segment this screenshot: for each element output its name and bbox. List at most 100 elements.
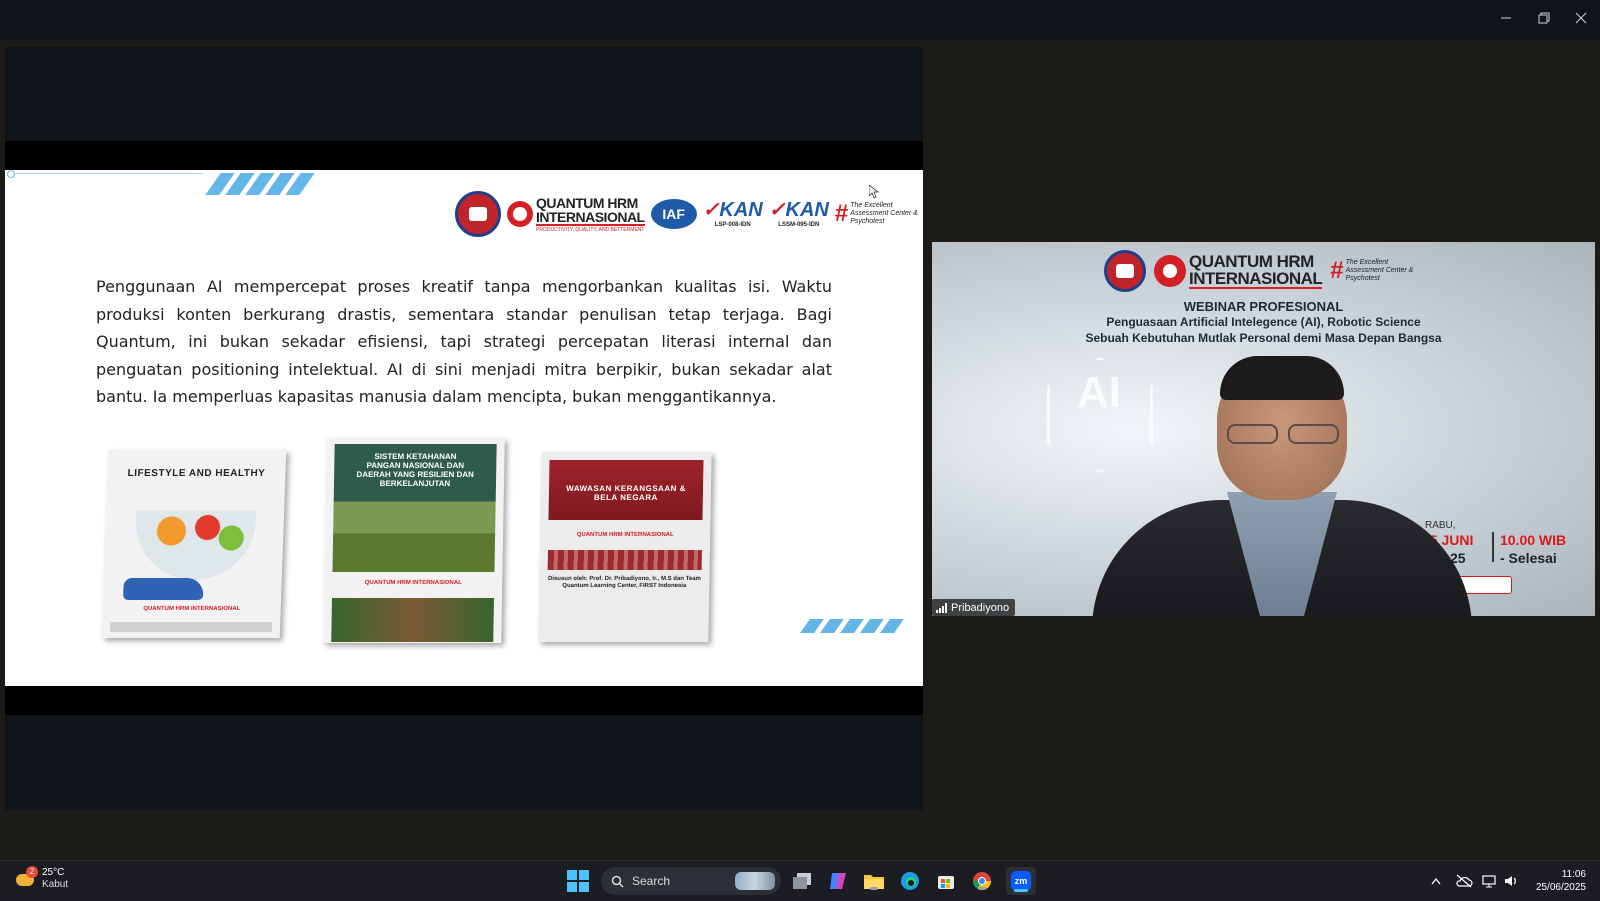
quantum-hrm-logo: QUANTUM HRM INTERNASIONAL [1154, 252, 1323, 289]
webinar-subtitle-1: Penguasaan Artificial Intelegence (AI), … [1106, 315, 1421, 329]
clock-button[interactable]: 11:06 25/06/2025 [1536, 868, 1586, 894]
task-view-button[interactable] [790, 869, 814, 893]
plants-illustration [331, 598, 494, 642]
sneaker-illustration [123, 578, 204, 600]
quantum-hrm-logo: QUANTUM HRM INTERNASIONAL PRODUCTIVITY, … [507, 196, 645, 233]
webinar-heading: WEBINAR PROFESIONAL [1183, 299, 1344, 314]
book-footer-bar [109, 622, 273, 632]
participant-name-tag: Pribadiyono [932, 599, 1016, 616]
participant-name: Pribadiyono [951, 601, 1010, 614]
network-button[interactable] [1480, 871, 1500, 891]
kan-logo-1: ✓KAN LSP-008-IDN [702, 199, 763, 228]
task-view-icon [793, 873, 811, 889]
taskbar-search[interactable]: Search [601, 867, 781, 895]
search-icon [611, 875, 624, 888]
slide-decor-stripes-top [205, 173, 315, 195]
cloud-off-icon [1456, 874, 1473, 888]
weather-widget[interactable]: 2 25°C Kabut [14, 866, 69, 891]
excellent-logo-text: The Excellent Assessment Center & Psycho… [850, 202, 918, 225]
quantum-logo-tagline: PRODUCTIVITY, QUALITY, AND BETTERMENT [536, 226, 645, 233]
running-indicator [870, 887, 878, 890]
slide-decor-line [13, 173, 203, 174]
weather-temperature: 25°C [42, 867, 65, 878]
slide-paragraph: Penggunaan AI mempercepat proses kreatif… [96, 277, 832, 406]
running-indicator [978, 887, 986, 890]
book-publisher-logo: QUANTUM HRM INTERNASIONAL [364, 580, 462, 586]
chrome-button[interactable] [970, 869, 994, 893]
minimize-button[interactable] [1491, 8, 1521, 28]
iaf-logo: IAF [650, 199, 697, 229]
kan-logo-2: ✓KAN LSSM-095-IDN [768, 199, 829, 228]
book-covers: LIFESTYLE AND HEALTHY QUANTUM HRM INTERN… [101, 438, 725, 648]
window-titlebar [0, 0, 1600, 40]
seal-logo [455, 191, 501, 237]
book-author: Disusun oleh: Prof. Dr. Pribadiyono, Ir.… [547, 576, 701, 590]
kan-logo-2-text: KAN [785, 199, 829, 221]
webinar-subtitle-2: Sebuah Kebutuhan Mutlak Personal demi Ma… [1085, 331, 1442, 345]
kan-logo-1-text: KAN [719, 199, 763, 221]
letterbox-top [5, 141, 923, 170]
search-label: Search [632, 874, 671, 888]
book-cover-lifestyle: LIFESTYLE AND HEALTHY QUANTUM HRM INTERN… [101, 450, 287, 638]
seal-logo [1104, 250, 1146, 292]
video-excellent-text: The Excellent Assessment Center & Psycho… [1345, 259, 1414, 282]
zoom-icon: zm [1011, 871, 1031, 891]
book-title: SISTEM KETAHANAN PANGAN NASIONAL DAN DAE… [356, 452, 474, 488]
fruit-bowl-illustration [133, 510, 257, 580]
restore-button[interactable] [1529, 8, 1559, 28]
start-button[interactable] [566, 869, 590, 893]
edge-browser-icon [901, 872, 919, 890]
participant-video-tile[interactable]: QUANTUM HRM INTERNASIONAL # The Excellen… [932, 242, 1595, 616]
close-icon [1575, 12, 1587, 24]
slide-decor-stripes-bottom [800, 619, 904, 633]
batik-pattern [547, 550, 702, 570]
volume-button[interactable] [1502, 871, 1522, 891]
store-icon [938, 876, 954, 889]
speaker-icon [1504, 876, 1516, 886]
video-logo-line2: INTERNASIONAL [1189, 269, 1323, 289]
book-cover-wawasan: WAWASAN KERANGSAAN & BELA NEGARA QUANTUM… [538, 452, 712, 642]
close-button[interactable] [1566, 8, 1596, 28]
signal-strength-icon [936, 602, 947, 613]
onedrive-button[interactable] [1454, 871, 1474, 891]
video-logo-line1: QUANTUM HRM [1189, 252, 1314, 271]
minimize-icon [1501, 17, 1511, 19]
excellent-assessment-logo: # The Excellent Assessment Center & Psyc… [1330, 257, 1415, 285]
quantum-logo-line1: QUANTUM HRM [536, 194, 638, 211]
kan-logo-1-code: LSP-008-IDN [714, 222, 751, 228]
chevron-up-icon [1431, 877, 1441, 885]
book-publisher-logo: QUANTUM HRM INTERNASIONAL [143, 606, 241, 612]
microsoft-store-button[interactable] [934, 869, 958, 893]
presentation-slide: QUANTUM HRM INTERNASIONAL PRODUCTIVITY, … [5, 170, 923, 686]
speaker-figure [1092, 356, 1472, 616]
windows-logo-icon [567, 870, 589, 892]
book-title: LIFESTYLE AND HEALTHY [127, 468, 266, 479]
restore-icon [1538, 12, 1550, 24]
search-highlight-image [735, 872, 775, 890]
clock-date: 25/06/2025 [1535, 882, 1586, 893]
weather-icon: 2 [14, 866, 38, 890]
weather-notification-badge: 2 [26, 866, 38, 878]
edge-button[interactable] [898, 869, 922, 893]
book-title: WAWASAN KERANGSAAN & BELA NEGARA [566, 484, 686, 502]
book-cover-ketahanan-pangan: SISTEM KETAHANAN PANGAN NASIONAL DAN DAE… [323, 438, 505, 643]
slide-decor-dot [7, 170, 15, 178]
quantum-logo-line2: INTERNASIONAL [536, 208, 645, 226]
show-hidden-icons-button[interactable] [1426, 871, 1446, 891]
book-publisher-logo: QUANTUM HRM INTERNASIONAL [576, 532, 674, 538]
excellent-assessment-logo: # The Excellent Assessment Center & Psyc… [835, 200, 920, 228]
weather-condition: Kabut [42, 879, 69, 890]
slide-logo-row: QUANTUM HRM INTERNASIONAL PRODUCTIVITY, … [455, 191, 920, 237]
zoom-button[interactable]: zm [1006, 867, 1036, 895]
network-icon [1482, 875, 1496, 888]
file-explorer-button[interactable] [862, 869, 886, 893]
copilot-button[interactable] [826, 869, 850, 893]
webinar-time: 10.00 WIB [1500, 532, 1567, 548]
mouse-cursor-icon [869, 185, 879, 199]
kan-logo-2-code: LSSM-095-IDN [778, 222, 820, 228]
webinar-until: - Selesai [1500, 550, 1557, 566]
clock-time: 11:06 [1561, 869, 1586, 880]
windows-taskbar: 2 25°C Kabut Search zm 11:06 25/06/2025 [0, 860, 1600, 901]
system-tray: 11:06 25/06/2025 [1424, 861, 1600, 901]
copilot-icon [830, 873, 846, 889]
